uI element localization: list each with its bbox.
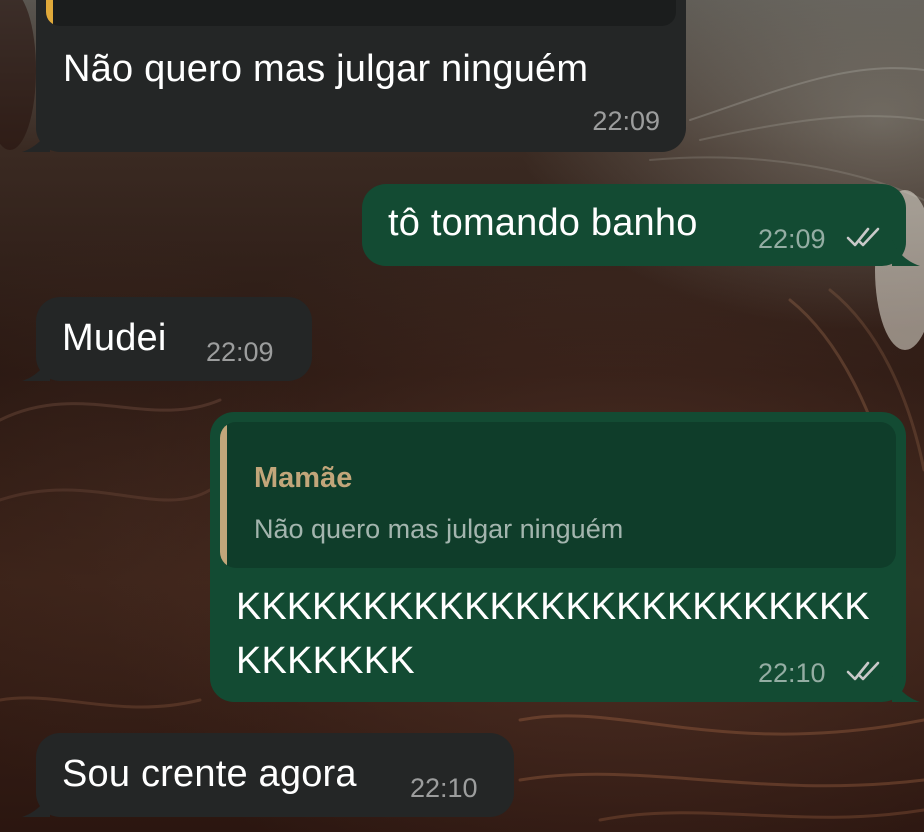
bubble-tail (892, 676, 920, 702)
quote-accent-bar (220, 422, 227, 568)
message-time: 22:09 (206, 337, 274, 367)
reply-quote[interactable]: Mamãe Não quero mas julgar ninguém (220, 422, 896, 568)
message-bubble-incoming[interactable]: Não quero mas julgar ninguém 22:09 (22, 0, 686, 152)
message-time: 22:10 (758, 658, 826, 688)
message-bubble-outgoing[interactable]: tô tomando banho 22:09 (362, 184, 920, 266)
bubble-tail (22, 126, 50, 152)
bubble-tail (892, 240, 920, 266)
quoted-text: Não quero mas julgar ninguém (254, 514, 624, 544)
message-text-line-2: KKKKKKK (236, 640, 415, 682)
message-text: Mudei (62, 317, 167, 359)
message-time: 22:09 (592, 106, 660, 136)
double-check-read-icon (846, 661, 880, 681)
bubble-tail (22, 791, 50, 817)
message-text-line-1: KKKKKKKKKKKKKKKKKKKKKKKKK (236, 586, 870, 628)
message-text: Não quero mas julgar ninguém (63, 48, 589, 90)
message-time: 22:10 (410, 773, 478, 803)
message-time: 22:09 (758, 224, 826, 254)
message-bubble-incoming[interactable]: Sou crente agora 22:10 (22, 733, 514, 817)
message-text: tô tomando banho (388, 202, 698, 244)
quote-accent-bar (46, 0, 53, 26)
double-check-read-icon (846, 227, 880, 247)
message-bubble-outgoing-reply[interactable]: Mamãe Não quero mas julgar ninguém KKKKK… (210, 412, 920, 702)
reply-quote-preview[interactable] (46, 0, 676, 26)
message-text: Sou crente agora (62, 753, 357, 795)
bubble-tail (22, 355, 50, 381)
quoted-author: Mamãe (254, 462, 353, 494)
message-bubble-incoming[interactable]: Mudei 22:09 (22, 297, 312, 381)
